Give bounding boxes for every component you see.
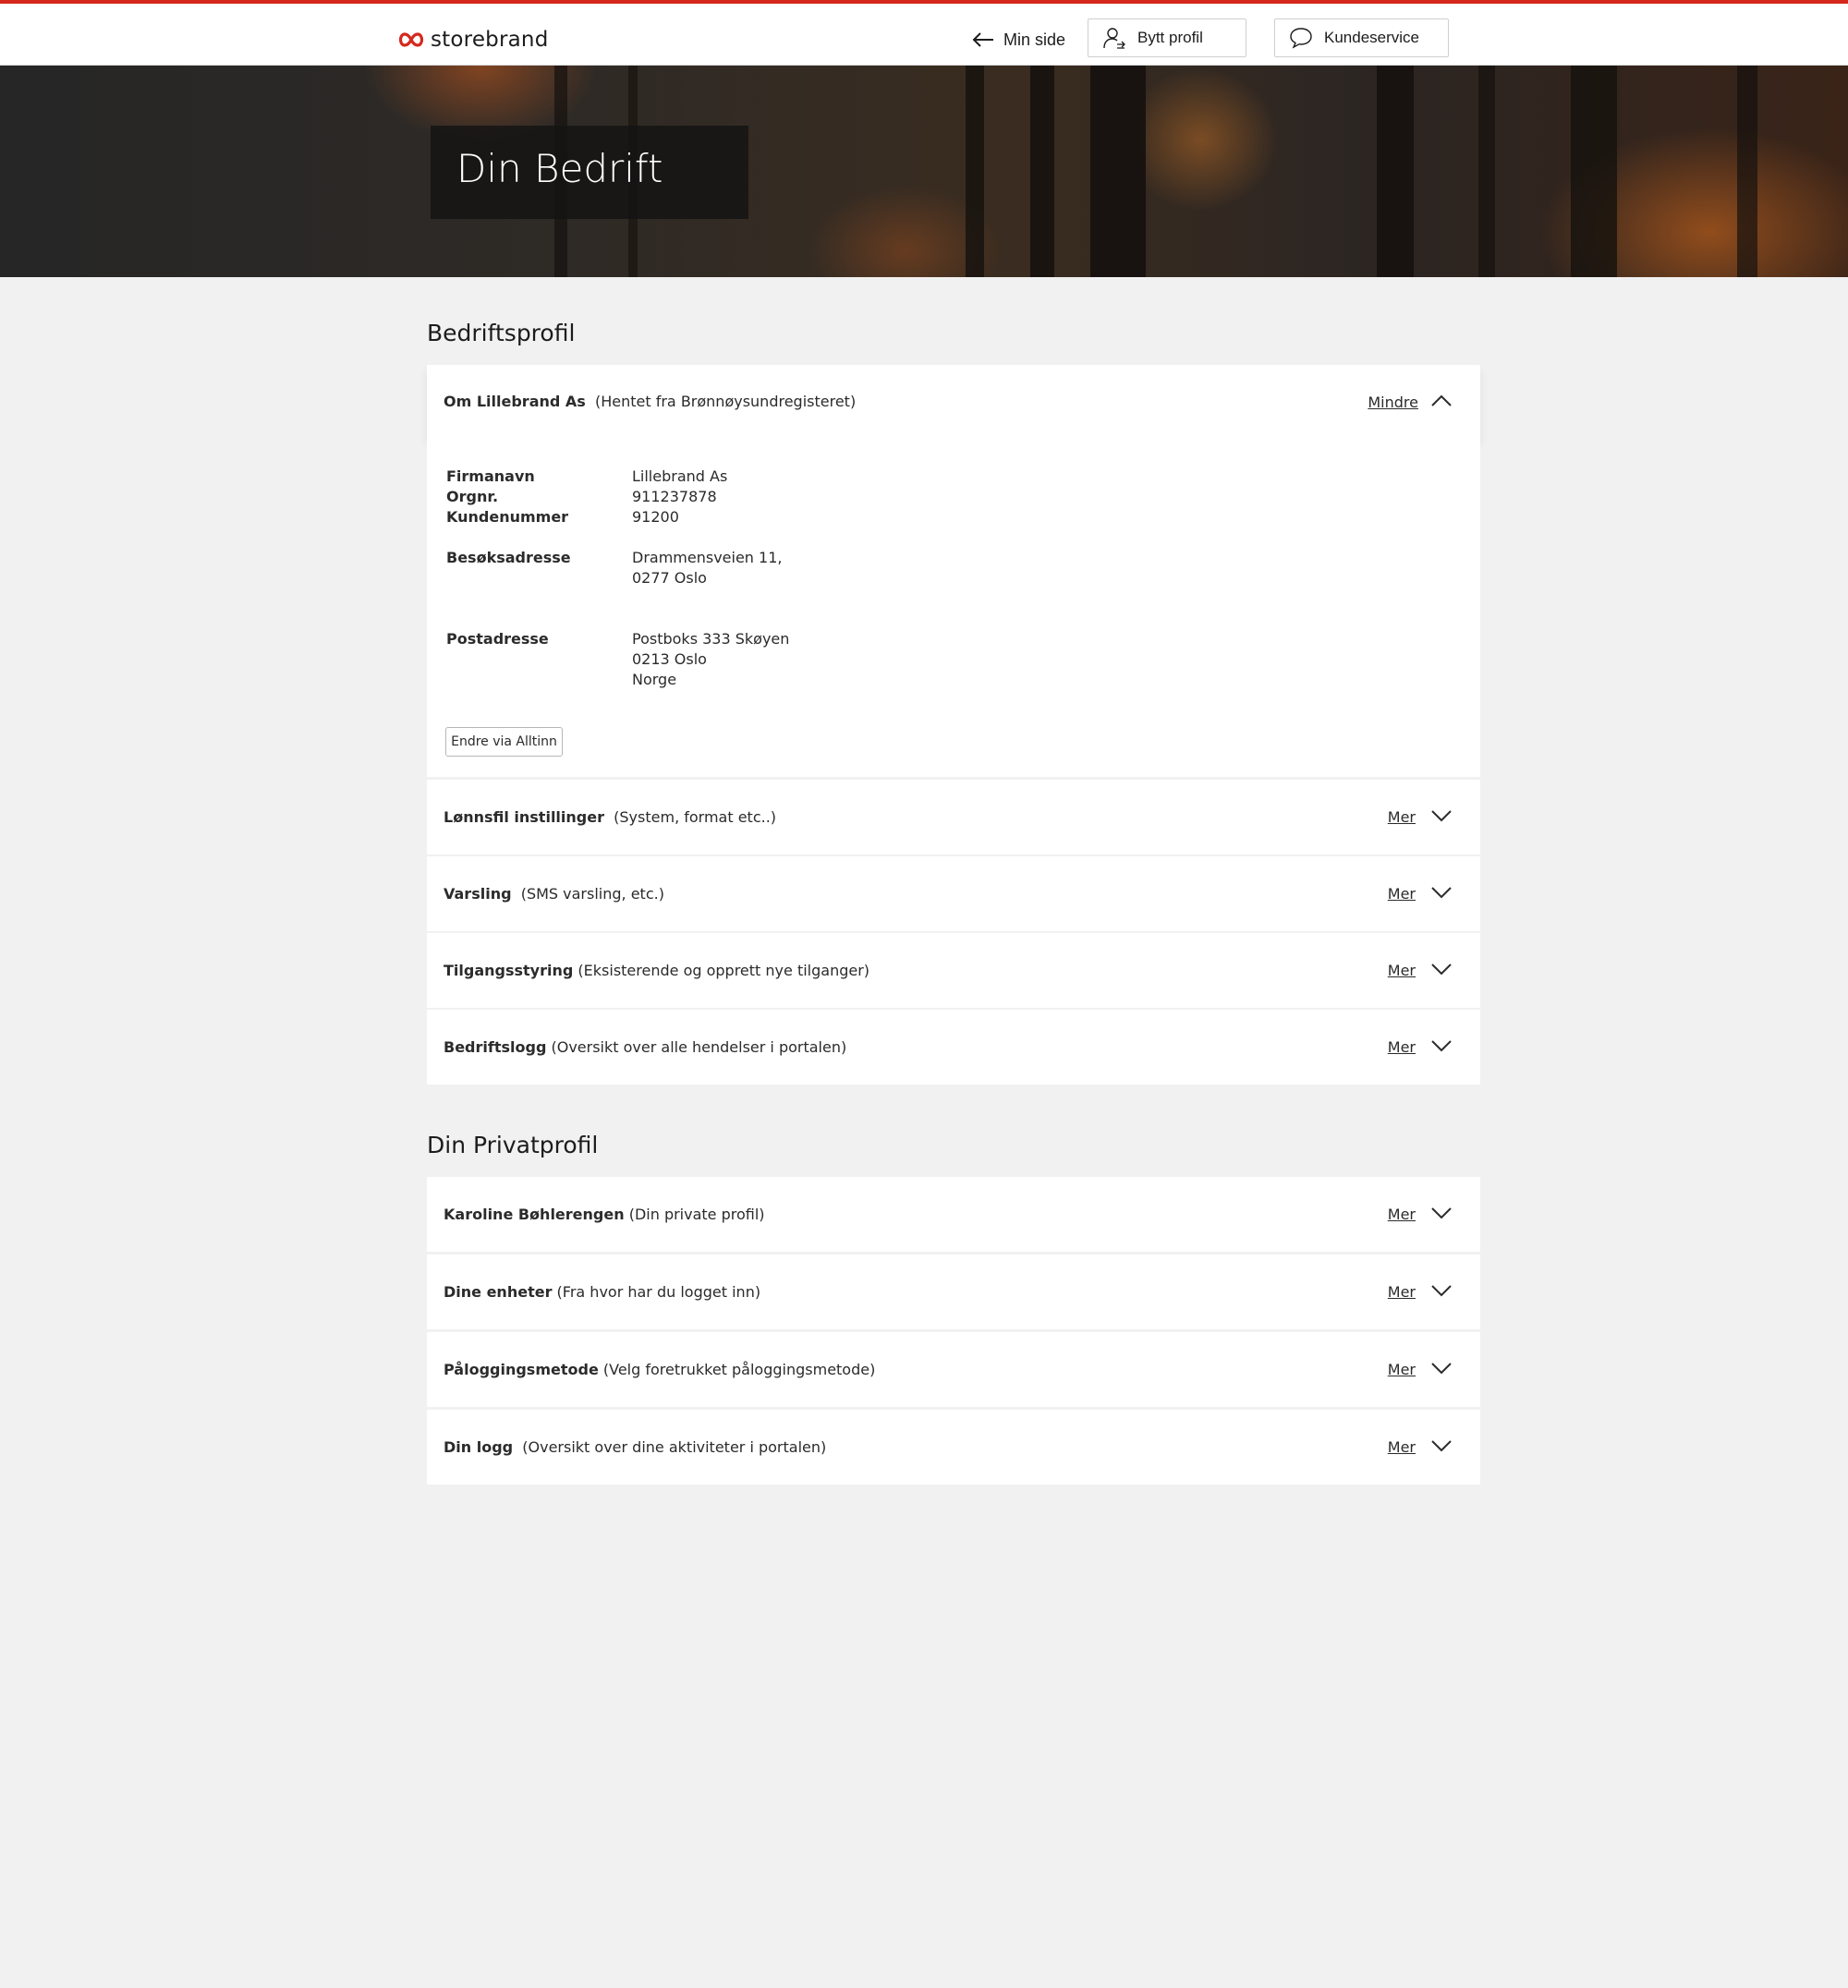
mer-link[interactable]: Mer <box>1388 1361 1416 1378</box>
arrow-left-icon <box>972 32 993 47</box>
firmanavn-label: Firmanavn <box>446 467 535 485</box>
accordion-title: Varsling <box>444 885 512 903</box>
logo-text: storebrand <box>431 28 549 52</box>
mer-link[interactable]: Mer <box>1388 1438 1416 1456</box>
accordion-title: Påloggingsmetode <box>444 1361 599 1378</box>
hero-tree-trunk <box>1571 66 1617 277</box>
accordion-subtitle: (Hentet fra Brønnøysundregisteret) <box>594 393 857 410</box>
chevron-down-icon[interactable] <box>1430 1206 1453 1219</box>
postadresse-line1: Postboks 333 Skøyen <box>632 630 790 648</box>
mer-link[interactable]: Mer <box>1388 808 1416 826</box>
accordion-label: Bedriftslogg (Oversikt over alle hendels… <box>444 1038 846 1056</box>
accordion-title: Bedriftslogg <box>444 1038 547 1056</box>
chat-bubble-icon <box>1290 28 1312 49</box>
accordion-title: Dine enheter <box>444 1283 553 1301</box>
section-title-privatprofil: Din Privatprofil <box>427 1132 599 1158</box>
accordion-subtitle: (Velg foretrukket påloggingsmetode) <box>602 1361 876 1378</box>
chevron-down-icon[interactable] <box>1430 1362 1453 1375</box>
besoksadresse-label: Besøksadresse <box>446 549 571 566</box>
kundenummer-value: 91200 <box>632 508 679 526</box>
page-title: Din Bedrift <box>456 146 663 191</box>
mer-link[interactable]: Mer <box>1388 1038 1416 1056</box>
top-navigation-bar: storebrand Min side Bytt profil Kundeser… <box>0 0 1848 66</box>
orgnr-value: 911237878 <box>632 488 717 505</box>
accordion-title: Om Lillebrand As <box>444 393 586 410</box>
accordion-row-varsling[interactable]: Varsling (SMS varsling, etc.) Mer <box>427 856 1480 931</box>
hero-tree-trunk <box>1030 66 1054 277</box>
mer-link[interactable]: Mer <box>1388 962 1416 979</box>
hero-tree-trunk <box>966 66 984 277</box>
mer-link[interactable]: Mer <box>1388 1283 1416 1301</box>
kundeservice-button[interactable]: Kundeservice <box>1274 18 1449 57</box>
accordion-label: Din logg (Oversikt over dine aktiviteter… <box>444 1438 826 1456</box>
chevron-down-icon[interactable] <box>1430 1284 1453 1297</box>
accordion-label: Varsling (SMS varsling, etc.) <box>444 885 664 903</box>
accordion-label: Dine enheter (Fra hvor har du logget inn… <box>444 1283 760 1301</box>
accordion-title: Lønnsfil instillinger <box>444 808 604 826</box>
min-side-label: Min side <box>1003 30 1066 49</box>
accordion-subtitle: (Din private profil) <box>628 1206 765 1223</box>
postadresse-label: Postadresse <box>446 630 549 648</box>
mer-link[interactable]: Mer <box>1388 1206 1416 1223</box>
hero-banner-image <box>0 66 1848 277</box>
chevron-down-icon[interactable] <box>1430 1039 1453 1052</box>
accordion-subtitle: (Oversikt over dine aktiviteter i portal… <box>522 1438 827 1456</box>
postadresse-line3: Norge <box>632 671 677 688</box>
accordion-title: Tilgangsstyring <box>444 962 574 979</box>
company-details-panel <box>427 440 1480 777</box>
accordion-label: Om Lillebrand As (Hentet fra Brønnøysund… <box>444 393 856 410</box>
accordion-label: Tilgangsstyring (Eksisterende og opprett… <box>444 962 869 979</box>
accordion-label: Lønnsfil instillinger (System, format et… <box>444 808 776 826</box>
min-side-link[interactable]: Min side <box>972 26 1065 54</box>
section-title-bedriftsprofil: Bedriftsprofil <box>427 320 576 346</box>
chevron-down-icon[interactable] <box>1430 1439 1453 1452</box>
endre-via-alltinn-button[interactable]: Endre via Alltinn <box>445 727 563 757</box>
kundenummer-label: Kundenummer <box>446 508 569 526</box>
mer-link[interactable]: Mer <box>1388 885 1416 903</box>
accordion-row-paloggingsmetode[interactable]: Påloggingsmetode (Velg foretrukket pålog… <box>427 1332 1480 1407</box>
accordion-label: Karoline Bøhlerengen (Din private profil… <box>444 1206 765 1223</box>
accordion-header-om-lillebrand[interactable]: Om Lillebrand As (Hentet fra Brønnøysund… <box>427 365 1480 440</box>
hero-tree-trunk <box>1090 66 1146 277</box>
accordion-row-lonnsfil[interactable]: Lønnsfil instillinger (System, format et… <box>427 780 1480 855</box>
bytt-profil-button[interactable]: Bytt profil <box>1088 18 1246 57</box>
accordion-label: Påloggingsmetode (Velg foretrukket pålog… <box>444 1361 875 1378</box>
accordion-row-private-profile[interactable]: Karoline Bøhlerengen (Din private profil… <box>427 1177 1480 1252</box>
mindre-link[interactable]: Mindre <box>1368 394 1418 411</box>
orgnr-label: Orgnr. <box>446 488 499 505</box>
chevron-down-icon[interactable] <box>1430 886 1453 899</box>
storebrand-logo-icon <box>398 32 424 47</box>
hero-tree-trunk <box>1737 66 1757 277</box>
kundeservice-label: Kundeservice <box>1324 29 1420 46</box>
accordion-title: Karoline Bøhlerengen <box>444 1206 625 1223</box>
chevron-down-icon[interactable] <box>1430 963 1453 976</box>
accordion-title: Din logg <box>444 1438 514 1456</box>
hero-tree-trunk <box>1478 66 1495 277</box>
accordion-subtitle: (Oversikt over alle hendelser i portalen… <box>551 1038 847 1056</box>
accordion-subtitle: (SMS varsling, etc.) <box>520 885 664 903</box>
chevron-down-icon[interactable] <box>1430 809 1453 822</box>
hero-tree-trunk <box>1377 66 1414 277</box>
firmanavn-value: Lillebrand As <box>632 467 728 485</box>
storebrand-logo[interactable]: storebrand <box>397 24 549 55</box>
besoksadresse-line1: Drammensveien 11, <box>632 549 783 566</box>
accordion-row-din-logg[interactable]: Din logg (Oversikt over dine aktiviteter… <box>427 1410 1480 1485</box>
accordion-row-bedriftslogg[interactable]: Bedriftslogg (Oversikt over alle hendels… <box>427 1010 1480 1085</box>
accordion-subtitle: (Fra hvor har du logget inn) <box>556 1283 761 1301</box>
accordion-subtitle: (Eksisterende og opprett nye tilganger) <box>578 962 870 979</box>
accordion-row-dine-enheter[interactable]: Dine enheter (Fra hvor har du logget inn… <box>427 1255 1480 1329</box>
besoksadresse-line2: 0277 Oslo <box>632 569 707 587</box>
postadresse-line2: 0213 Oslo <box>632 650 707 668</box>
accordion-subtitle: (System, format etc..) <box>614 808 777 826</box>
accordion-row-tilgangsstyring[interactable]: Tilgangsstyring (Eksisterende og opprett… <box>427 933 1480 1008</box>
bytt-profil-label: Bytt profil <box>1137 29 1203 46</box>
switch-profile-icon <box>1103 28 1125 49</box>
chevron-up-icon[interactable] <box>1430 394 1453 407</box>
